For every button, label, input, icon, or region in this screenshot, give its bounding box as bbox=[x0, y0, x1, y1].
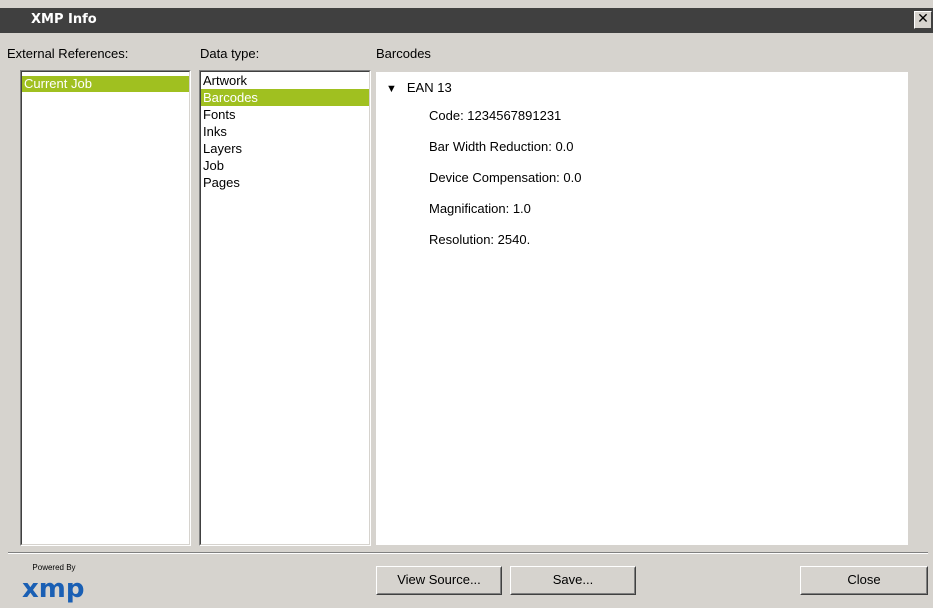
data-type-item[interactable]: Pages bbox=[201, 174, 369, 191]
data-type-item[interactable]: Inks bbox=[201, 123, 369, 140]
detail-row: Code: 1234567891231 bbox=[429, 108, 562, 123]
data-type-item[interactable]: Artwork bbox=[201, 72, 369, 89]
footer-divider bbox=[8, 552, 928, 554]
data-type-item[interactable]: Job bbox=[201, 157, 369, 174]
barcode-detail-panel: ▼ EAN 13 Code: 1234567891231 Bar Width Re… bbox=[376, 72, 908, 545]
detail-row: Resolution: 2540. bbox=[429, 232, 531, 247]
svg-text:xmp: xmp bbox=[22, 574, 84, 604]
data-type-list[interactable]: Artwork Barcodes Fonts Inks Layers Job Pages bbox=[199, 70, 371, 546]
window-title: XMP Info bbox=[31, 12, 97, 27]
xmp-logo-icon: Powered By xmp bbox=[22, 563, 84, 604]
close-button[interactable]: Close bbox=[800, 566, 928, 595]
tree-node-label: EAN 13 bbox=[406, 80, 452, 95]
external-references-list[interactable]: Current Job bbox=[20, 70, 191, 546]
svg-text:Powered By: Powered By bbox=[32, 563, 75, 572]
title-bar: XMP Info ✕ bbox=[0, 8, 933, 33]
tree-node-ean13[interactable]: ▼ EAN 13 bbox=[386, 80, 452, 95]
detail-row: Magnification: 1.0 bbox=[429, 201, 531, 216]
view-source-button[interactable]: View Source... bbox=[376, 566, 502, 595]
data-type-item[interactable]: Barcodes bbox=[201, 89, 369, 106]
close-icon[interactable]: ✕ bbox=[914, 11, 932, 29]
detail-row: Device Compensation: 0.0 bbox=[429, 170, 582, 185]
xmp-info-dialog: XMP Info ✕ External References: Data typ… bbox=[0, 0, 933, 608]
expand-triangle-icon[interactable]: ▼ bbox=[386, 83, 397, 95]
external-reference-item[interactable]: Current Job bbox=[22, 76, 189, 92]
data-type-item[interactable]: Fonts bbox=[201, 106, 369, 123]
data-type-label: Data type: bbox=[200, 46, 260, 61]
powered-by-xmp-logo: Powered By xmp bbox=[20, 561, 98, 605]
data-type-item[interactable]: Layers bbox=[201, 140, 369, 157]
detail-label: Barcodes bbox=[376, 46, 431, 61]
detail-row: Bar Width Reduction: 0.0 bbox=[429, 139, 574, 154]
save-button[interactable]: Save... bbox=[510, 566, 636, 595]
external-references-label: External References: bbox=[7, 46, 129, 61]
